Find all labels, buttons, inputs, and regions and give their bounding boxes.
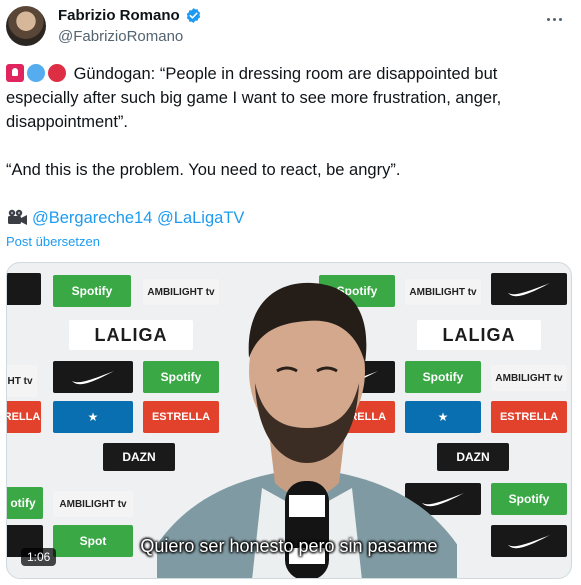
estrella-partial-tile: RELLA	[7, 401, 41, 433]
video-caption: Quiero ser honesto pero sin pasarme	[140, 536, 438, 556]
mention-bergareche14[interactable]: @Bergareche14	[32, 209, 152, 227]
author-handle[interactable]: @FabrizioRomano	[58, 28, 183, 45]
tweet-text: Gündogan: “People in dressing room are d…	[6, 62, 566, 230]
spotify-tile: Spotify	[491, 483, 567, 515]
nike-logo-tile	[53, 361, 133, 393]
spotify-tile: Spotify	[53, 275, 131, 307]
more-options-icon[interactable]	[543, 8, 565, 30]
verified-badge-icon	[186, 8, 200, 23]
estrella-tile: ESTRELLA	[491, 401, 567, 433]
red-circle-icon	[48, 64, 66, 82]
spotify-partial-tile: otify	[7, 487, 43, 519]
ambilight-tile: AMBILIGHT tv	[491, 365, 567, 391]
blue-circle-icon	[27, 64, 45, 82]
avatar[interactable]	[6, 6, 46, 46]
video-duration: 1:06	[21, 548, 57, 566]
tweet-line-1: Gündogan: “People in dressing room are d…	[6, 65, 502, 131]
nike-logo-tile	[491, 273, 567, 305]
tweet-paragraph-3: @Bergareche14 @LaLigaTV	[6, 206, 566, 230]
display-name[interactable]: Fabrizio Romano	[58, 7, 180, 24]
ambilight-tile: AMBILIGHT tv	[53, 491, 133, 517]
nike-logo-tile	[7, 273, 41, 305]
mention-laligatv[interactable]: @LaLigaTV	[157, 209, 244, 227]
siren-icon	[6, 64, 24, 82]
author-name-row: Fabrizio Romano	[58, 7, 202, 24]
tweet-paragraph-2: “And this is the problem. You need to re…	[6, 161, 401, 179]
movie-camera-icon	[8, 209, 27, 225]
ambilight-partial-tile: HT tv	[7, 365, 37, 397]
tweet-paragraph-1: Gündogan: “People in dressing room are d…	[6, 62, 566, 134]
translate-post-link[interactable]: Post übersetzen	[6, 234, 100, 249]
video-player[interactable]: Spotify AMBILIGHT tv Spotify AMBILIGHT t…	[6, 262, 572, 579]
interviewee	[157, 282, 457, 578]
caixabank-tile: ★	[53, 401, 133, 433]
